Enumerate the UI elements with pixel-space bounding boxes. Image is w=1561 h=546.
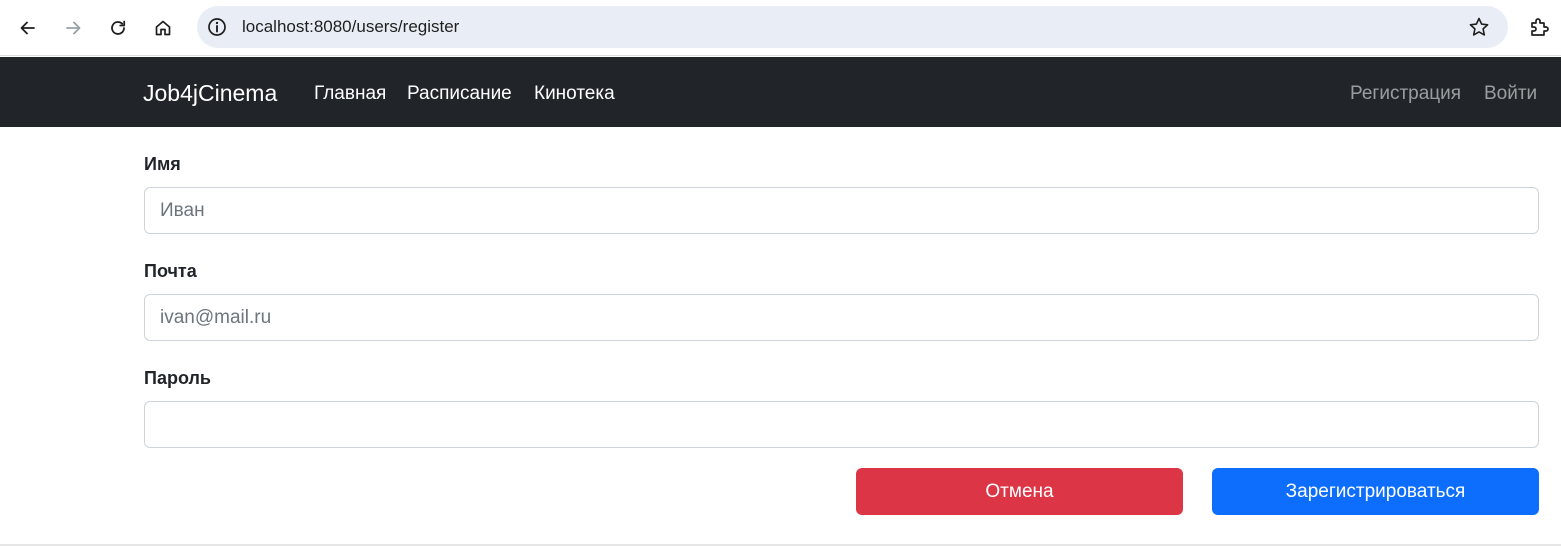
brand-link[interactable]: Job4jCinema xyxy=(143,79,277,107)
name-input[interactable] xyxy=(144,187,1539,234)
nav-link-home[interactable]: Главная xyxy=(314,82,386,106)
browser-toolbar: localhost:8080/users/register xyxy=(0,0,1561,56)
nav-link-register[interactable]: Регистрация xyxy=(1350,82,1461,106)
bookmark-star-icon[interactable] xyxy=(1468,16,1490,38)
email-input[interactable] xyxy=(144,294,1539,341)
info-icon[interactable] xyxy=(207,17,227,37)
reload-icon xyxy=(111,20,126,35)
password-label: Пароль xyxy=(144,368,211,388)
url-text[interactable]: localhost:8080/users/register xyxy=(242,17,459,37)
email-label: Почта xyxy=(144,261,197,281)
nav-link-login[interactable]: Войти xyxy=(1484,82,1537,106)
forward-button[interactable] xyxy=(55,10,91,46)
site-navbar: Job4jCinema Главная Расписание Кинотека … xyxy=(0,57,1561,127)
forward-arrow-icon xyxy=(66,21,81,35)
home-icon xyxy=(155,20,171,36)
name-label: Имя xyxy=(144,154,181,174)
password-input[interactable] xyxy=(144,401,1539,448)
cancel-button[interactable]: Отмена xyxy=(856,468,1183,515)
extensions-icon[interactable] xyxy=(1528,15,1552,39)
home-button[interactable] xyxy=(145,10,181,46)
nav-link-schedule[interactable]: Расписание xyxy=(407,82,512,106)
reload-button[interactable] xyxy=(100,10,136,46)
address-bar[interactable]: localhost:8080/users/register xyxy=(197,6,1508,48)
register-button[interactable]: Зарегистрироваться xyxy=(1212,468,1539,515)
nav-link-film-library[interactable]: Кинотека xyxy=(534,82,615,106)
back-arrow-icon xyxy=(20,21,35,35)
back-button[interactable] xyxy=(10,10,46,46)
